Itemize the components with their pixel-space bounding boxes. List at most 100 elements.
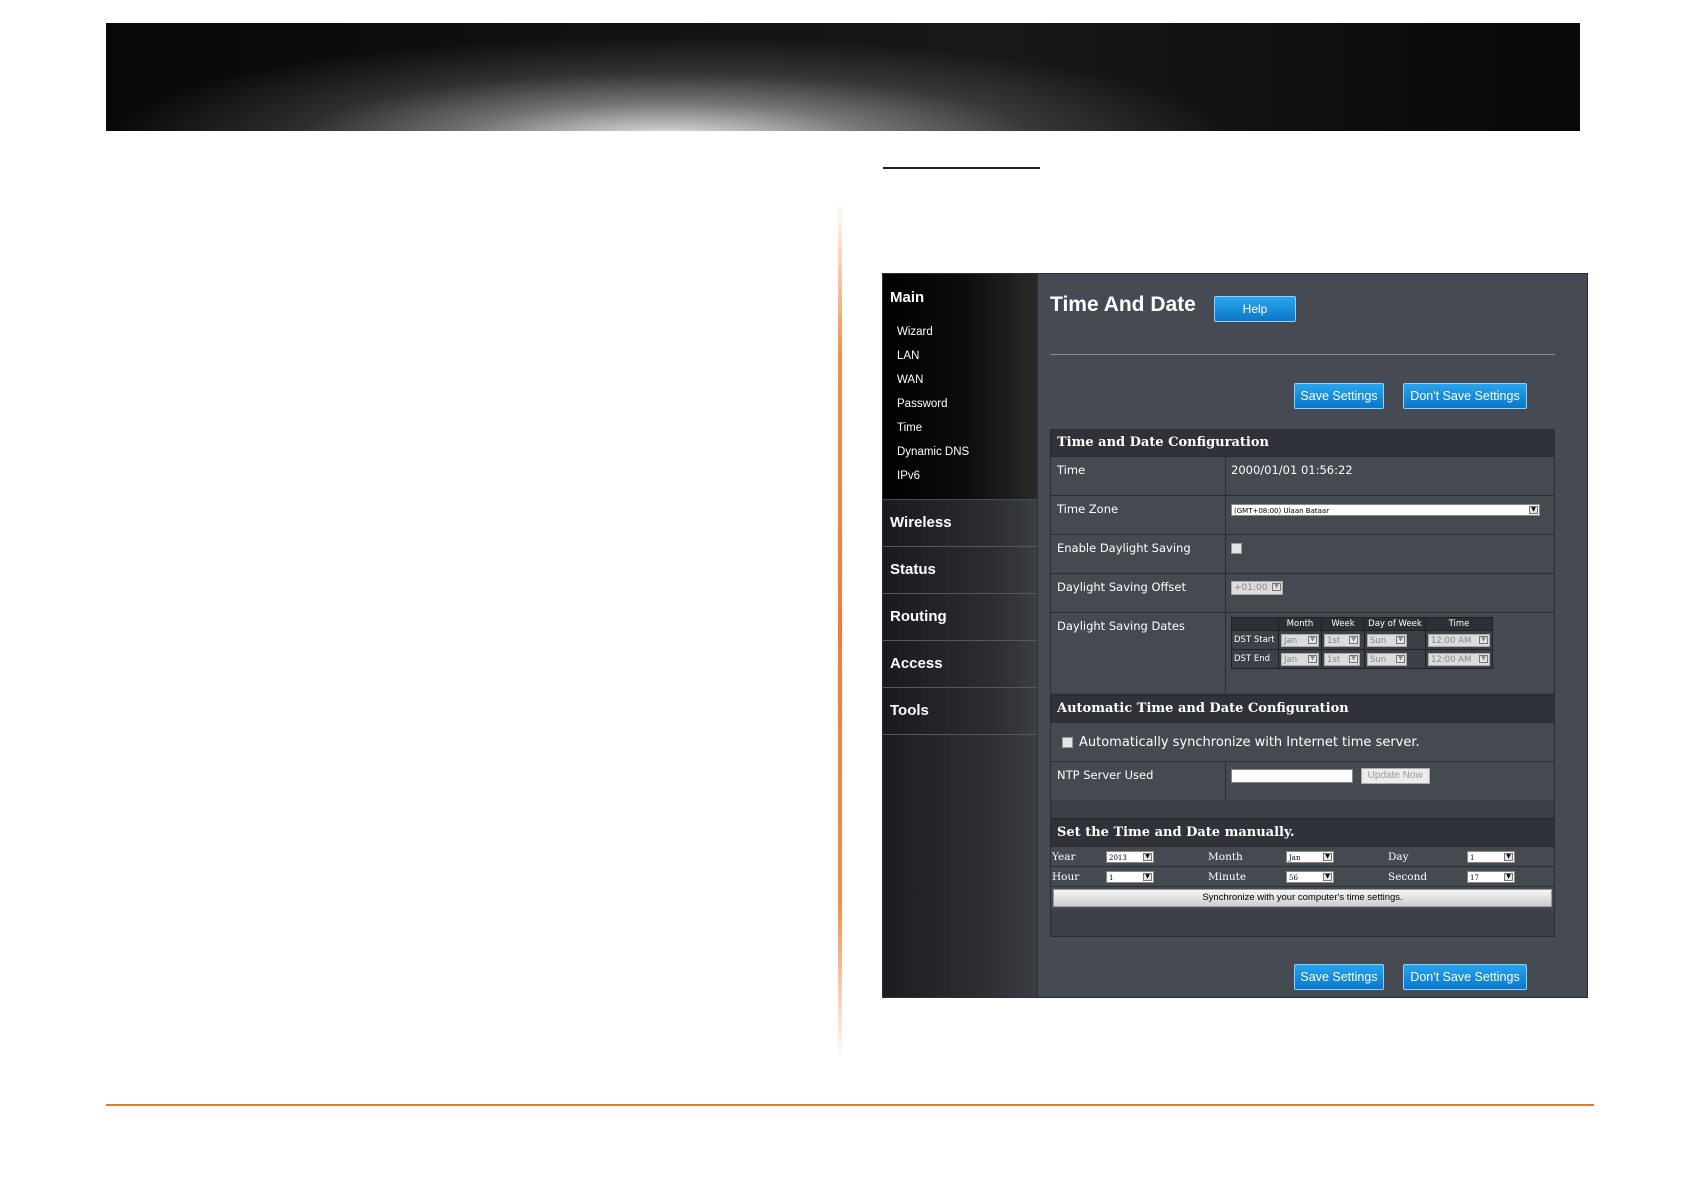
dst-start-week-cell: 1st ▼	[1321, 630, 1365, 650]
chevron-down-icon: ▼	[1308, 635, 1317, 644]
sidebar-section-tools[interactable]: Tools	[883, 688, 1037, 735]
sidebar-section-routing[interactable]: Routing	[883, 594, 1037, 641]
sidebar-section-wireless[interactable]: Wireless	[883, 500, 1037, 547]
sidebar-item-dynamic-dns[interactable]: Dynamic DNS	[883, 440, 1037, 464]
chevron-down-icon: ▼	[1504, 852, 1513, 861]
second-cell: 17 ▼	[1466, 866, 1554, 887]
dst-offset-row: Daylight Saving Offset +01:00 ▼	[1051, 573, 1554, 612]
ntp-server-input[interactable]	[1231, 769, 1353, 783]
dst-end-week-select[interactable]: 1st ▼	[1324, 652, 1360, 666]
auto-sync-checkbox[interactable]	[1062, 736, 1073, 748]
dst-header-day: Day of Week	[1364, 617, 1426, 631]
hour-label: Hour	[1051, 866, 1105, 887]
dst-end-label: DST End	[1231, 649, 1279, 669]
chevron-down-icon: ▼	[1349, 635, 1358, 644]
dst-end-day: Sun	[1370, 654, 1387, 665]
year-label: Year	[1051, 846, 1105, 867]
chevron-down-icon: ▼	[1479, 635, 1488, 644]
chevron-down-icon: ▼	[1396, 654, 1405, 663]
second-select[interactable]: 17 ▼	[1467, 870, 1515, 883]
sidebar-section-status[interactable]: Status	[883, 547, 1037, 594]
dst-start-week-select[interactable]: 1st ▼	[1324, 633, 1360, 647]
footer-rule	[106, 1104, 1594, 1106]
dst-start-time: 12:00 AM	[1431, 635, 1472, 646]
minute-select[interactable]: 56 ▼	[1286, 870, 1334, 883]
dst-end-month-cell: Jan ▼	[1278, 649, 1322, 669]
dst-start-time-select[interactable]: 12:00 AM ▼	[1428, 633, 1490, 647]
chevron-down-icon: ▼	[1396, 635, 1405, 644]
time-label: Time	[1051, 457, 1226, 495]
month-label: Month	[1207, 846, 1285, 867]
dst-end-week-cell: 1st ▼	[1321, 649, 1365, 669]
sidebar-section-access[interactable]: Access	[883, 641, 1037, 688]
router-screenshot: Main Wizard LAN WAN Password Time Dynami…	[882, 273, 1588, 998]
sidebar-section-label: Routing	[890, 608, 947, 625]
dst-header-time: Time	[1425, 617, 1493, 631]
panel-heading: Automatic Time and Date Configuration	[1051, 696, 1554, 722]
sidebar-item-wan[interactable]: WAN	[883, 368, 1037, 392]
dst-start-month-cell: Jan ▼	[1278, 630, 1322, 650]
month-select[interactable]: Jan ▼	[1286, 850, 1334, 863]
sidebar: Main Wizard LAN WAN Password Time Dynami…	[883, 274, 1047, 997]
sync-computer-time-button[interactable]: Synchronize with your computer's time se…	[1053, 889, 1552, 907]
chevron-down-icon: ▼	[1308, 654, 1317, 663]
auto-sync-label: Automatically synchronize with Internet …	[1079, 734, 1420, 750]
month-value: Jan	[1289, 853, 1301, 862]
chevron-down-icon: ▼	[1479, 654, 1488, 663]
heading-underline	[883, 167, 1040, 169]
ntp-server-label: NTP Server Used	[1051, 762, 1226, 800]
dst-end-time-select[interactable]: 12:00 AM ▼	[1428, 652, 1490, 666]
dst-end-row: DST End Jan ▼ 1st ▼ Sun ▼ 12:00 AM ▼	[1231, 649, 1493, 669]
minute-cell: 56 ▼	[1285, 866, 1387, 887]
chevron-down-icon: ▼	[1323, 852, 1332, 861]
dont-save-settings-button-bottom[interactable]: Don't Save Settings	[1403, 964, 1527, 990]
day-cell: 1 ▼	[1466, 846, 1554, 867]
dst-start-month-select[interactable]: Jan ▼	[1281, 633, 1319, 647]
panel-heading: Time and Date Configuration	[1051, 430, 1554, 456]
sidebar-main-heading[interactable]: Main	[883, 274, 1037, 306]
dst-end-day-cell: Sun ▼	[1364, 649, 1426, 669]
page-title: Time And Date	[1050, 293, 1196, 316]
dst-start-day-select[interactable]: Sun ▼	[1367, 633, 1407, 647]
manual-time-panel: Set the Time and Date manually. Year 201…	[1050, 819, 1555, 937]
second-value: 17	[1470, 873, 1479, 882]
dont-save-settings-button-top[interactable]: Don't Save Settings	[1403, 383, 1527, 409]
chevron-down-icon: ▼	[1504, 872, 1513, 881]
sidebar-item-ipv6[interactable]: IPv6	[883, 464, 1037, 488]
save-settings-button-top[interactable]: Save Settings	[1294, 383, 1384, 409]
sidebar-item-time[interactable]: Time	[883, 416, 1037, 440]
auto-time-config-panel: Automatic Time and Date Configuration Au…	[1050, 695, 1555, 819]
sidebar-main-group: Main Wizard LAN WAN Password Time Dynami…	[883, 274, 1047, 500]
dst-dates-row: Daylight Saving Dates Month Week Day of …	[1051, 612, 1554, 693]
time-zone-cell: (GMT+08:00) Ulaan Bataar ▼	[1226, 496, 1554, 534]
dst-offset-select[interactable]: +01:00 ▼	[1231, 580, 1283, 595]
day-select[interactable]: 1 ▼	[1467, 850, 1515, 863]
day-value: 1	[1470, 853, 1475, 862]
help-button[interactable]: Help	[1214, 296, 1296, 322]
year-select[interactable]: 2013 ▼	[1106, 850, 1154, 863]
time-zone-select[interactable]: (GMT+08:00) Ulaan Bataar ▼	[1231, 503, 1540, 516]
sidebar-section-label: Status	[890, 561, 936, 578]
time-zone-label: Time Zone	[1051, 496, 1226, 534]
sidebar-item-lan[interactable]: LAN	[883, 344, 1037, 368]
update-now-button[interactable]: Update Now	[1360, 768, 1430, 784]
year-cell: 2013 ▼	[1105, 846, 1207, 867]
save-settings-button-bottom[interactable]: Save Settings	[1294, 964, 1384, 990]
dst-header-week: Week	[1321, 617, 1365, 631]
dst-dates-cell: Month Week Day of Week Time DST Start Ja…	[1226, 613, 1554, 693]
dst-start-label: DST Start	[1231, 630, 1279, 650]
hour-select[interactable]: 1 ▼	[1106, 870, 1154, 883]
dst-end-day-select[interactable]: Sun ▼	[1367, 652, 1407, 666]
year-value: 2013	[1109, 853, 1127, 862]
daylight-saving-checkbox[interactable]	[1231, 543, 1242, 554]
time-row: Time 2000/01/01 01:56:22	[1051, 456, 1554, 495]
sidebar-item-wizard[interactable]: Wizard	[883, 320, 1037, 344]
chevron-down-icon: ▼	[1143, 872, 1152, 881]
chevron-down-icon: ▼	[1272, 582, 1281, 591]
dst-end-month: Jan	[1284, 654, 1298, 665]
dst-end-month-select[interactable]: Jan ▼	[1281, 652, 1319, 666]
title-divider	[1050, 354, 1555, 355]
sidebar-item-password[interactable]: Password	[883, 392, 1037, 416]
time-date-config-panel: Time and Date Configuration Time 2000/01…	[1050, 429, 1555, 695]
time-zone-row: Time Zone (GMT+08:00) Ulaan Bataar ▼	[1051, 495, 1554, 534]
